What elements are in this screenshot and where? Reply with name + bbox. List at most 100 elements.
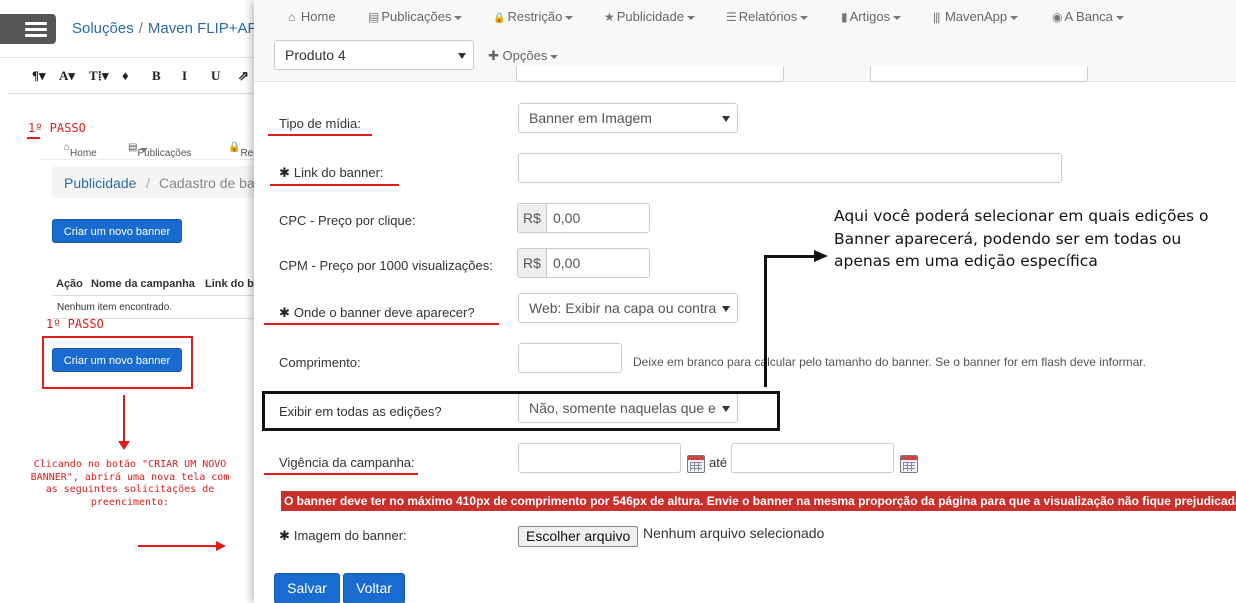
chevron-down-icon (1115, 15, 1124, 20)
product-select[interactable]: Produto 4 (274, 40, 474, 70)
table-header-link: Link do ba (205, 278, 260, 290)
list-icon: ☰ (726, 10, 737, 24)
hamburger-icon (25, 22, 47, 25)
cpc-input[interactable]: 0,00 (546, 203, 650, 233)
size-warning-alert: O banner deve ter no máximo 410px de com… (281, 491, 1236, 511)
barcode-icon: ||| (933, 10, 940, 24)
nav-publicacoes[interactable]: ▤ Publicações (368, 9, 463, 24)
chevron-down-icon (686, 15, 695, 20)
paragraph-format-button[interactable]: ¶▾ (32, 68, 46, 84)
banner-form-panel: ⌂ Home ▤ Publicações 🔒 Restrição ★ Publicid… (254, 0, 1236, 603)
italic-button[interactable]: I (182, 68, 187, 84)
vigencia-end-input[interactable] (731, 443, 894, 473)
menu-toggle-button[interactable] (0, 14, 56, 44)
background-header: Soluções / Maven FLIP+APK (0, 0, 260, 58)
tipo-midia-label: Tipo de mídia: (279, 116, 361, 131)
table-header-acao: Ação (56, 278, 83, 290)
link-banner-input[interactable] (518, 153, 1062, 183)
annotation-underline (264, 323, 499, 325)
annotation-underline (264, 473, 418, 475)
chevron-down-icon (1010, 15, 1019, 20)
link-banner-label: ✱ Link do banner: (279, 165, 384, 180)
cpm-label: CPM - Preço por 1000 visualizações: (279, 258, 493, 273)
lock-icon: 🔒 (493, 13, 506, 24)
options-menu[interactable]: ✚ Opções (488, 48, 559, 64)
editor-toolbar: ¶▾ A▾ T⁞▾ ♦ B I U ⇗ (8, 58, 260, 94)
mini-breadcrumb-root[interactable]: Publicidade (64, 175, 136, 191)
annotation-arrow (764, 255, 767, 387)
annotation-text: Aqui você poderá selecionar em quais edi… (834, 207, 1209, 270)
vigencia-start-input[interactable] (518, 443, 681, 473)
breadcrumb-root[interactable]: Soluções (72, 20, 134, 37)
create-banner-button-highlighted[interactable]: Criar um novo banner (52, 348, 182, 372)
comprimento-label: Comprimento: (279, 355, 361, 370)
home-icon: ⌂ (288, 10, 296, 24)
mini-nav-home[interactable]: ⌂ Home (64, 142, 97, 159)
choose-file-button[interactable]: Escolher arquivo (518, 526, 639, 547)
chevron-down-icon (454, 15, 463, 20)
file-icon: ▤ (368, 10, 380, 24)
font-size-button[interactable]: A▾ (59, 68, 75, 84)
onde-aparecer-select[interactable]: Web: Exibir na capa ou contra (518, 293, 738, 323)
color-drop-button[interactable]: ♦ (122, 68, 129, 84)
select-arrow-icon (458, 53, 466, 59)
required-icon: ✱ (279, 165, 290, 180)
empty-table-message: Nenhum item encontrado. (57, 302, 173, 313)
hidden-field-edge (870, 66, 1088, 82)
currency-addon: R$ (517, 248, 547, 278)
highlight-box (262, 391, 780, 431)
star-icon: ★ (604, 10, 615, 24)
nav-artigos[interactable]: ▮ Artigos (841, 9, 902, 24)
instruction-note: Clicando no botão "CRIAR UM NOVO BANNER"… (30, 459, 230, 508)
breadcrumb-current[interactable]: Maven FLIP+APK (148, 20, 260, 37)
chevron-down-icon (893, 15, 902, 20)
red-arrow-right (138, 545, 218, 547)
mini-navbar: ⌂ Home ▤ Publicações 🔒 Res (40, 136, 260, 160)
vigencia-label: Vigência da campanha: (279, 455, 415, 470)
background-breadcrumb: Soluções / Maven FLIP+APK (72, 20, 260, 37)
annotation-underline (268, 134, 372, 136)
red-arrow-right-head (216, 541, 226, 551)
step-label-bottom: 1º PASSO (46, 317, 104, 331)
nav-a-banca[interactable]: ◉ A Banca (1052, 9, 1124, 24)
calendar-icon[interactable] (900, 455, 918, 473)
comprimento-help: Deixe em branco para calcular pelo taman… (633, 355, 1146, 369)
nav-relatorios[interactable]: ☰ Relatórios (726, 9, 809, 24)
annotation-arrow (764, 255, 816, 258)
link-button[interactable]: ⇗ (238, 68, 249, 84)
save-button[interactable]: Salvar (274, 573, 340, 603)
mini-breadcrumb-current: Cadastro de ba (159, 175, 255, 191)
select-arrow-icon (722, 306, 730, 312)
red-arrow-down (123, 395, 125, 443)
plus-icon: ✚ (488, 48, 499, 63)
step-label-top: 1º PASSO (28, 121, 86, 135)
chevron-down-icon (565, 15, 574, 20)
comprimento-input[interactable] (518, 343, 622, 373)
annotation-underline (270, 184, 399, 186)
nav-home[interactable]: ⌂ Home (288, 9, 336, 24)
back-button[interactable]: Voltar (343, 573, 405, 603)
text-height-button[interactable]: T⁞▾ (89, 68, 109, 84)
bookmark-icon: ▮ (841, 10, 848, 24)
underline-button[interactable]: U (211, 68, 220, 84)
calendar-icon[interactable] (687, 455, 705, 473)
bold-button[interactable]: B (152, 68, 161, 84)
tipo-midia-select[interactable]: Banner em Imagem (518, 103, 738, 133)
create-banner-button[interactable]: Criar um novo banner (52, 219, 182, 243)
chevron-down-icon (550, 54, 559, 59)
file-status: Nenhum arquivo selecionado (643, 525, 825, 541)
mini-nav-publicacoes[interactable]: ▤ Publicações (128, 142, 191, 159)
nav-restricao[interactable]: 🔒 Restrição (493, 9, 574, 24)
vigencia-separator: até (709, 455, 728, 470)
select-arrow-icon (722, 116, 730, 122)
mini-breadcrumb: Publicidade / Cadastro de ba (52, 166, 260, 198)
currency-addon: R$ (517, 203, 547, 233)
red-arrow-down-head (118, 441, 130, 450)
hidden-field-edge (516, 66, 784, 82)
onde-aparecer-label: ✱ Onde o banner deve aparecer? (279, 305, 475, 320)
nav-publicidade[interactable]: ★ Publicidade (604, 9, 695, 24)
background-page: Soluções / Maven FLIP+APK ¶▾ A▾ T⁞▾ ♦ B I … (0, 0, 260, 603)
mini-nav-restricao[interactable]: 🔒 Res (228, 142, 258, 159)
cpm-input[interactable]: 0,00 (546, 248, 650, 278)
nav-mavenapp[interactable]: ||| MavenApp (933, 9, 1019, 24)
